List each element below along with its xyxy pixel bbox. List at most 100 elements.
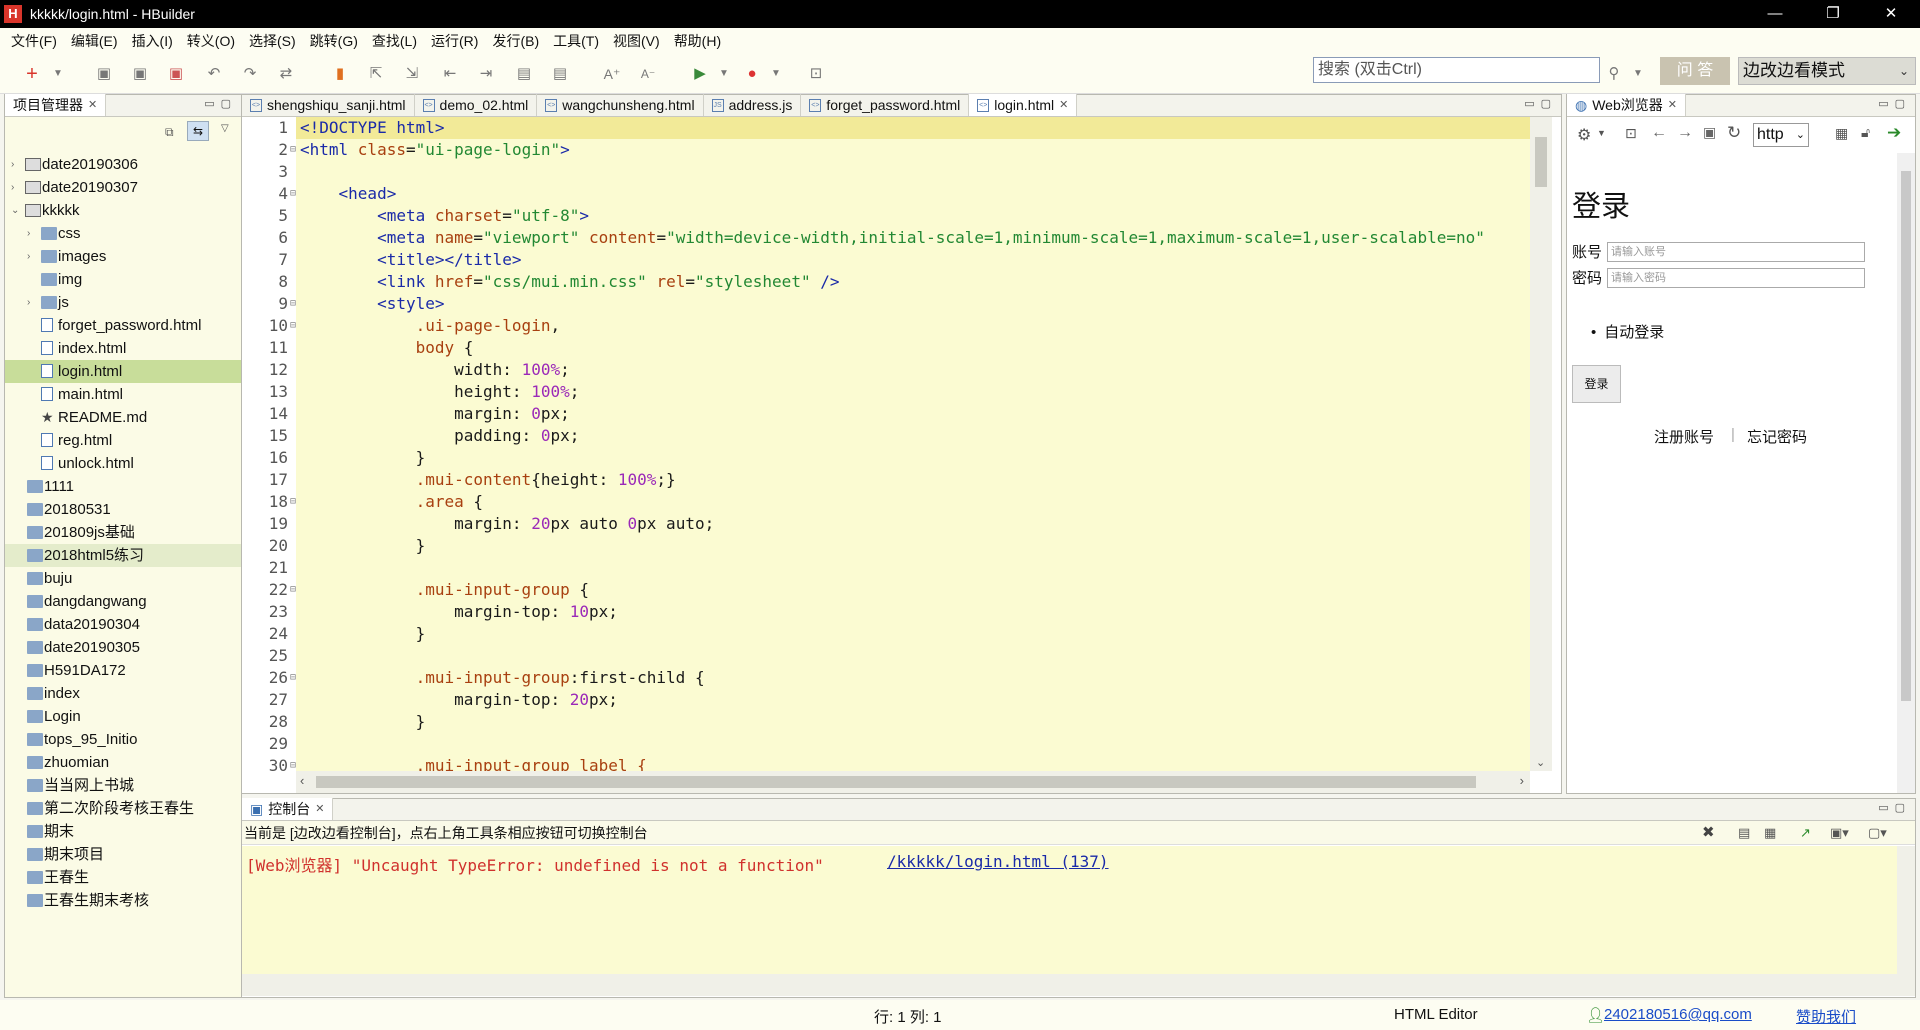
editor-vertical-scrollbar[interactable]: ⌄ — [1530, 117, 1552, 771]
tree-item[interactable]: login.html — [5, 360, 241, 383]
scroll-right-icon[interactable]: › — [1520, 773, 1524, 788]
chevron-right-icon[interactable]: › — [27, 291, 30, 314]
console-vertical-scrollbar[interactable] — [1897, 846, 1915, 996]
menu-item[interactable]: 编辑(E) — [64, 28, 125, 54]
menu-item[interactable]: 转义(O) — [180, 28, 242, 54]
prev-bookmark-icon[interactable]: ⇱ — [366, 64, 386, 84]
menu-item[interactable]: 工具(T) — [546, 28, 606, 54]
pin-console-icon[interactable]: ▦ — [1764, 821, 1776, 845]
tree-item[interactable]: › date20190307 — [5, 176, 241, 199]
menu-item[interactable]: 发行(B) — [485, 28, 546, 54]
view-menu-icon[interactable]: ▽ — [221, 123, 229, 134]
tree-item[interactable]: H591DA172 — [5, 659, 241, 682]
tree-item[interactable]: ★ README.md — [5, 406, 241, 429]
search-dropdown-icon[interactable]: ▼ — [1628, 64, 1648, 84]
tree-item[interactable]: reg.html — [5, 429, 241, 452]
tree-item[interactable]: img — [5, 268, 241, 291]
ask-button[interactable]: 问 答 — [1660, 57, 1730, 85]
console-source-link[interactable]: /kkkkk/login.html (137) — [887, 852, 1109, 871]
go-icon[interactable]: ➔ — [1887, 123, 1901, 143]
menu-item[interactable]: 帮助(H) — [667, 28, 728, 54]
editor-tab[interactable]: JS address.js — [704, 94, 802, 116]
tab-console[interactable]: ▣ 控制台 ✕ — [242, 798, 334, 820]
scroll-thumb[interactable] — [1901, 171, 1911, 701]
tab-project-explorer[interactable]: 项目管理器 ✕ — [5, 94, 107, 116]
maximize-button[interactable]: ❐ — [1804, 0, 1862, 28]
account-input[interactable]: 请输入账号 — [1607, 242, 1865, 262]
menu-item[interactable]: 运行(R) — [424, 28, 485, 54]
url-scheme-select[interactable]: http ⌄ — [1753, 123, 1809, 147]
tree-item[interactable]: 当当网上书城 — [5, 774, 241, 797]
sponsor-link[interactable]: 赞助我们 — [1796, 1006, 1856, 1027]
lock-icon[interactable]: 🔓︎ — [1861, 124, 1870, 141]
code-area[interactable]: <!DOCTYPE html> <html class="ui-page-logi… — [296, 117, 1530, 771]
tree-item[interactable]: main.html — [5, 383, 241, 406]
chevron-right-icon[interactable]: › — [27, 222, 30, 245]
editor-tab[interactable]: <> shengshiqu_sanji.html — [242, 94, 415, 116]
login-button[interactable]: 登录 — [1572, 365, 1621, 403]
tree-item[interactable]: buju — [5, 567, 241, 590]
save-icon[interactable]: ▣ — [94, 64, 114, 84]
tree-item[interactable]: › css — [5, 222, 241, 245]
close-icon[interactable]: ✕ — [88, 94, 97, 116]
browser-icon[interactable]: ● — [742, 64, 762, 84]
chevron-right-icon[interactable]: › — [11, 153, 14, 176]
devtools-icon[interactable]: ⊡ — [1625, 125, 1637, 142]
font-decrease-icon[interactable]: A⁻ — [638, 64, 658, 84]
mode-select[interactable]: 边改边看模式 ⌄ — [1738, 57, 1916, 85]
refresh-icon[interactable]: ↻ — [1727, 123, 1741, 143]
tree-item[interactable]: 20180531 — [5, 498, 241, 521]
tree-item[interactable]: forget_password.html — [5, 314, 241, 337]
tree-item[interactable]: dangdangwang — [5, 590, 241, 613]
revert-icon[interactable]: ▣ — [166, 64, 186, 84]
tree-item[interactable]: zhuomian — [5, 751, 241, 774]
collapse-all-icon[interactable]: ⧉ — [165, 125, 174, 140]
editor-minmax-icon[interactable]: ▭▢ — [1524, 97, 1557, 110]
menu-item[interactable]: 跳转(G) — [303, 28, 365, 54]
tab-web-browser[interactable]: ◍ Web浏览器 ✕ — [1567, 94, 1686, 116]
tree-item[interactable]: › js — [5, 291, 241, 314]
tree-item[interactable]: 期末 — [5, 820, 241, 843]
editor-tab[interactable]: <> demo_02.html — [415, 94, 538, 116]
close-icon[interactable]: ✕ — [315, 798, 324, 820]
close-icon[interactable]: ✕ — [1668, 94, 1677, 116]
indent-right-icon[interactable]: ⇥ — [476, 64, 496, 84]
chevron-right-icon[interactable]: › — [11, 176, 14, 199]
close-icon[interactable]: ✕ — [1059, 94, 1068, 116]
editor-tab[interactable]: <> wangchunsheng.html — [537, 94, 704, 116]
panel-minmax-icon[interactable]: ▭▢ — [204, 97, 237, 110]
password-input[interactable]: 请输入密码 — [1607, 268, 1865, 288]
tree-item[interactable]: › date20190306 — [5, 153, 241, 176]
redo-icon[interactable]: ↷ — [240, 64, 260, 84]
tree-item[interactable]: unlock.html — [5, 452, 241, 475]
tree-item[interactable]: data20190304 — [5, 613, 241, 636]
menu-item[interactable]: 视图(V) — [606, 28, 667, 54]
tree-item[interactable]: ⌄ kkkkk — [5, 199, 241, 222]
register-link[interactable]: 注册账号 — [1654, 426, 1714, 447]
tree-item[interactable]: index — [5, 682, 241, 705]
console-minmax-icon[interactable]: ▭▢ — [1878, 801, 1911, 814]
new-dropdown-icon[interactable]: ▼ — [48, 64, 68, 84]
scroll-thumb[interactable] — [316, 776, 1476, 788]
link-editor-icon[interactable]: ⇆ — [187, 121, 209, 141]
editor-tab[interactable]: <> forget_password.html — [801, 94, 970, 116]
minimize-button[interactable]: — — [1746, 0, 1804, 28]
browser-vertical-scrollbar[interactable] — [1897, 153, 1915, 793]
tree-item[interactable]: 1111 — [5, 475, 241, 498]
new-icon[interactable]: + — [22, 64, 42, 84]
editor-tab[interactable]: <> login.html ✕ — [969, 94, 1078, 116]
forward-icon[interactable]: → — [1677, 124, 1693, 142]
tree-item[interactable]: › images — [5, 245, 241, 268]
run-dropdown-icon[interactable]: ▼ — [714, 64, 734, 84]
editor-horizontal-scrollbar[interactable]: ‹ › — [296, 771, 1530, 793]
tree-item[interactable]: 第二次阶段考核王春生 — [5, 797, 241, 820]
outline-icon[interactable]: ⊡ — [806, 64, 826, 84]
tree-item[interactable]: Login — [5, 705, 241, 728]
chevron-right-icon[interactable]: › — [27, 245, 30, 268]
scroll-down-icon[interactable]: ⌄ — [1536, 756, 1545, 769]
back-icon[interactable]: ← — [1651, 124, 1667, 142]
clear-console-icon[interactable]: ✖ — [1702, 821, 1715, 845]
tree-item[interactable]: 王春生期末考核 — [5, 889, 241, 912]
forgot-password-link[interactable]: 忘记密码 — [1747, 426, 1807, 447]
browser-minmax-icon[interactable]: ▭▢ — [1878, 97, 1911, 110]
